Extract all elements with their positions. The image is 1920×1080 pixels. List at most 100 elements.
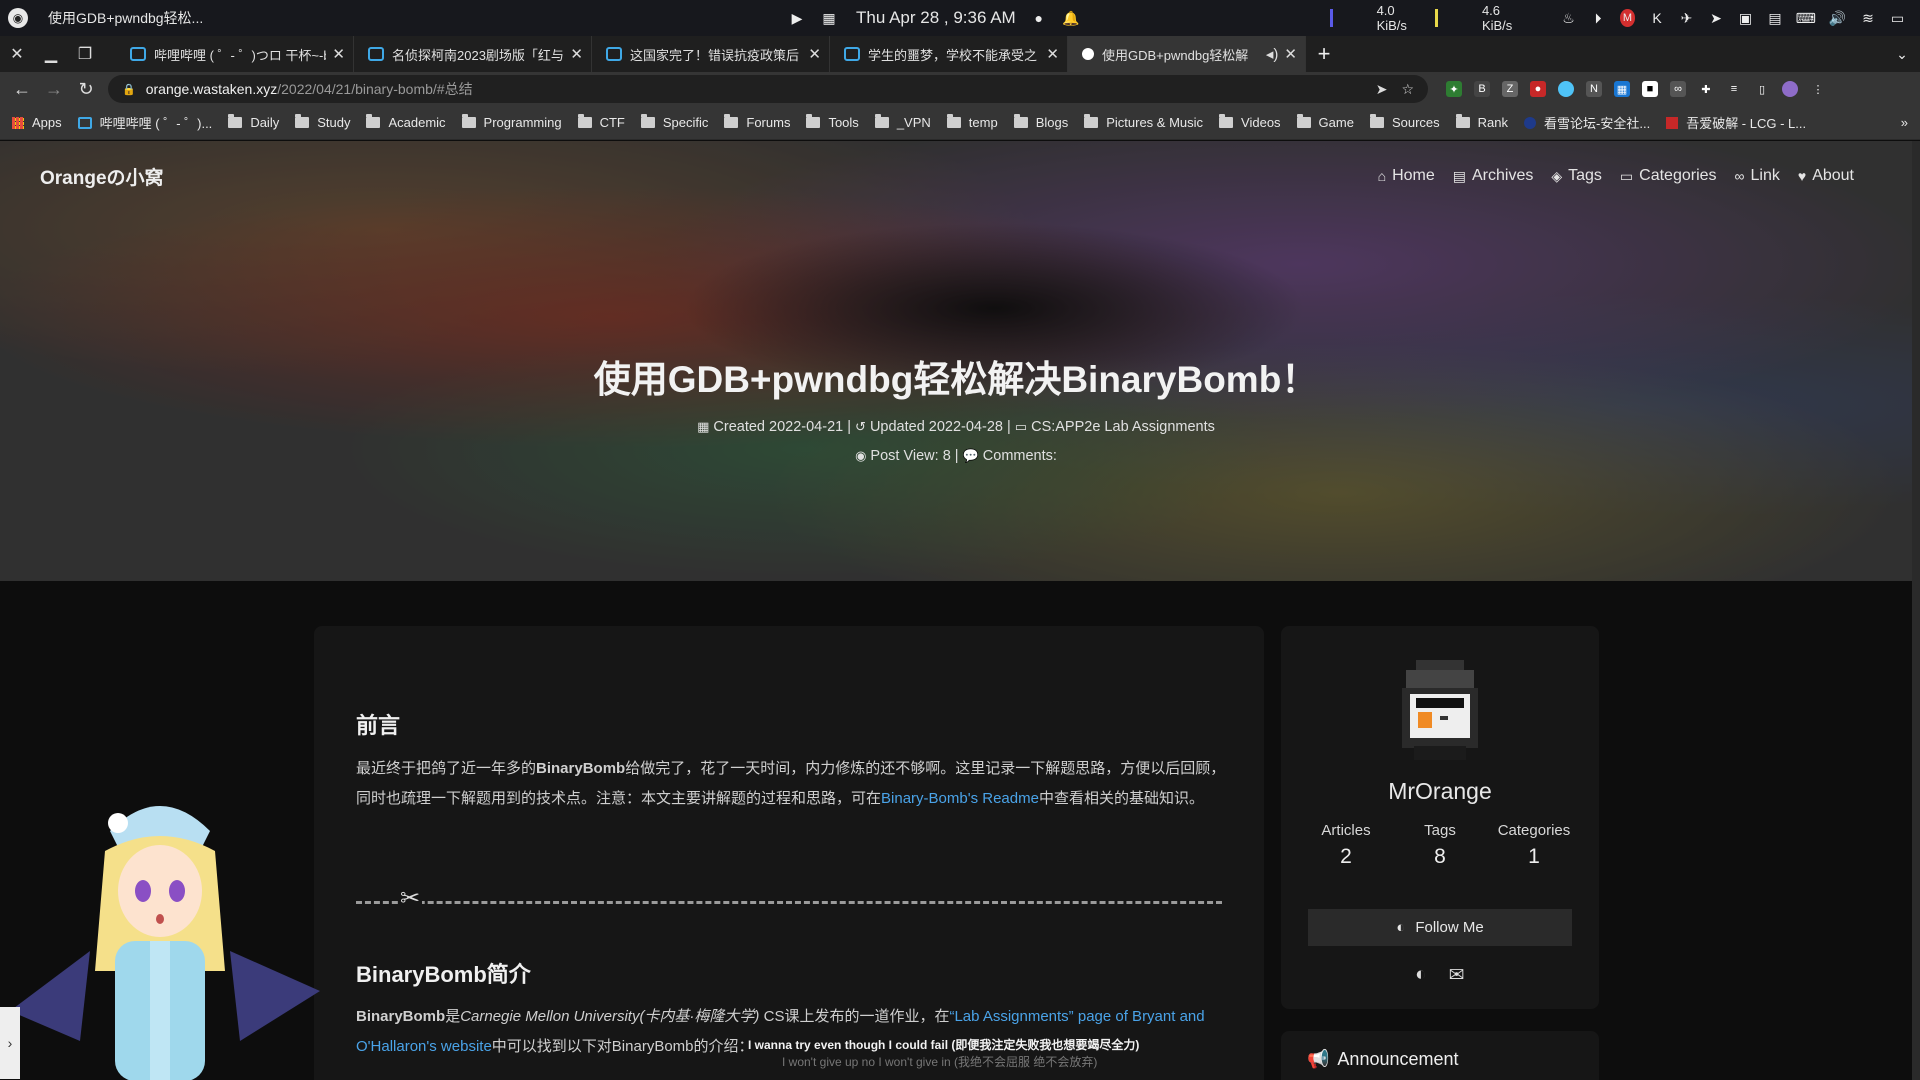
minimize-window-icon[interactable]: ▁ bbox=[34, 36, 68, 72]
bookmark-folder-tools[interactable]: Tools bbox=[806, 114, 859, 130]
extension-glasses-icon[interactable]: ∞ bbox=[1670, 81, 1686, 97]
avatar[interactable] bbox=[1394, 660, 1486, 764]
readme-link[interactable]: Binary-Bomb's Readme bbox=[881, 790, 1039, 807]
stat-categories[interactable]: Categories 1 bbox=[1489, 822, 1579, 869]
nav-tags[interactable]: ◈ Tags bbox=[1551, 167, 1602, 185]
app-k-icon[interactable]: K bbox=[1649, 9, 1665, 27]
close-tab-icon[interactable]: ✕ bbox=[808, 45, 821, 63]
extension-shield-icon[interactable]: ● bbox=[1530, 81, 1546, 97]
audio-playing-icon[interactable]: ◂) bbox=[1266, 45, 1279, 63]
post-category-link[interactable]: CS:APP2e Lab Assignments bbox=[1031, 419, 1215, 435]
stat-articles[interactable]: Articles 2 bbox=[1301, 822, 1391, 869]
battery-icon[interactable]: ▭ bbox=[1890, 9, 1906, 27]
bookmark-folder-programming[interactable]: Programming bbox=[461, 114, 562, 130]
live2d-mascot[interactable] bbox=[0, 791, 330, 1080]
tab-country[interactable]: 这国家完了！错误抗疫政策后 ✕ bbox=[592, 36, 830, 72]
mail-m-icon[interactable]: M bbox=[1619, 9, 1636, 27]
extension-grid-icon[interactable]: ▦ bbox=[1614, 81, 1630, 97]
bell-icon[interactable]: 🔔 bbox=[1062, 9, 1080, 27]
side-drawer-toggle[interactable]: › bbox=[0, 1007, 20, 1079]
telegram-icon[interactable]: ➤ bbox=[1708, 9, 1724, 27]
close-window-icon[interactable]: ✕ bbox=[0, 36, 34, 72]
clock[interactable]: Thu Apr 28 , 9:36 AM bbox=[856, 8, 1016, 28]
system-center-panel: ▶ ▦ Thu Apr 28 , 9:36 AM ● 🔔 bbox=[788, 0, 1080, 36]
folder-icon bbox=[806, 114, 821, 128]
about-text-a: 是 bbox=[445, 1008, 461, 1025]
extension-circle-icon[interactable] bbox=[1558, 81, 1574, 97]
site-name-link[interactable]: Orangeの小窝 bbox=[40, 163, 164, 190]
more-menu-icon[interactable]: ⋮ bbox=[1810, 81, 1826, 97]
url-omnibox[interactable]: 🔒 orange.wastaken.xyz/2022/04/21/binary-… bbox=[108, 75, 1428, 103]
follow-me-button[interactable]: ◐ Follow Me bbox=[1308, 909, 1572, 946]
extension-square-icon[interactable]: ■ bbox=[1642, 81, 1658, 97]
nav-categories[interactable]: ▭ Categories bbox=[1620, 167, 1717, 185]
calendar-icon[interactable]: ▦ bbox=[820, 9, 838, 27]
new-tab-button[interactable]: + bbox=[1306, 36, 1342, 72]
extensions-puzzle-icon[interactable]: ✚ bbox=[1698, 81, 1714, 97]
tab-conan[interactable]: 名侦探柯南2023剧场版「红与 ✕ bbox=[354, 36, 592, 72]
bookmark-folder-specific[interactable]: Specific bbox=[640, 114, 708, 130]
bookmark-apps[interactable]: Apps bbox=[12, 115, 62, 130]
bookmark-folder-temp[interactable]: temp bbox=[946, 114, 998, 130]
close-tab-icon[interactable]: ✕ bbox=[1046, 45, 1059, 63]
volume-icon[interactable]: 🔊 bbox=[1829, 9, 1846, 27]
bookmark-folder-daily[interactable]: Daily bbox=[228, 114, 279, 130]
bookmark-bilibili[interactable]: 哔哩哔哩 ( ゜- ゜)... bbox=[77, 113, 212, 132]
side-panel-icon[interactable]: ▯ bbox=[1754, 81, 1770, 97]
tab-bilibili[interactable]: 哔哩哔哩 ( ゜- ゜)つロ 干杯~-bili ✕ bbox=[116, 36, 354, 72]
bookmark-folder-sources[interactable]: Sources bbox=[1369, 114, 1440, 130]
send-icon[interactable]: ➤ bbox=[1376, 81, 1388, 98]
tab-binary-bomb[interactable]: 使用GDB+pwndbg轻松解 ◂) ✕ bbox=[1068, 36, 1306, 72]
tab-student[interactable]: 学生的噩梦，学校不能承受之 ✕ bbox=[830, 36, 1068, 72]
page-scrollbar[interactable] bbox=[1912, 141, 1920, 1080]
bookmark-folder-forums[interactable]: Forums bbox=[724, 114, 790, 130]
bookmark-folder-ctf[interactable]: CTF bbox=[577, 114, 625, 130]
tab-search-chevron-icon[interactable]: ⌄ bbox=[1884, 36, 1920, 72]
bird-icon[interactable]: ✈ bbox=[1679, 9, 1695, 27]
restore-window-icon[interactable]: ❐ bbox=[68, 36, 102, 72]
app-launcher-icon[interactable]: ◉ bbox=[8, 8, 28, 28]
extension-notion-icon[interactable]: N bbox=[1586, 81, 1602, 97]
bookmark-folder-blogs[interactable]: Blogs bbox=[1013, 114, 1068, 130]
terminal-icon[interactable]: ▣ bbox=[1738, 9, 1754, 27]
bookmark-folder-pictures-music[interactable]: Pictures & Music bbox=[1084, 114, 1203, 130]
reading-list-icon[interactable]: ≡ bbox=[1726, 81, 1742, 97]
close-tab-icon[interactable]: ✕ bbox=[332, 45, 345, 63]
bookmark-folder-study[interactable]: Study bbox=[295, 114, 350, 130]
keyboard-icon[interactable]: ⌨ bbox=[1796, 9, 1816, 27]
bookmark-52pojie[interactable]: 吾爱破解 - LCG - L... bbox=[1666, 113, 1806, 132]
extension-leaf-icon[interactable]: ✦ bbox=[1446, 81, 1462, 97]
nav-archives[interactable]: ▤ Archives bbox=[1453, 167, 1534, 185]
bookmark-folder-vpn[interactable]: _VPN bbox=[874, 114, 931, 130]
forward-arrow-icon[interactable]: → bbox=[38, 72, 70, 106]
nav-label: Categories bbox=[1639, 167, 1717, 184]
clipboard-icon[interactable]: ▤ bbox=[1767, 9, 1783, 27]
back-arrow-icon[interactable]: ← bbox=[6, 72, 38, 106]
profile-avatar-icon[interactable] bbox=[1782, 81, 1798, 97]
github-icon[interactable]: ◐ bbox=[1415, 964, 1426, 987]
close-tab-icon[interactable]: ✕ bbox=[1284, 45, 1297, 63]
reload-icon[interactable]: ↻ bbox=[70, 72, 102, 106]
envelope-icon[interactable]: ✉ bbox=[1449, 964, 1465, 987]
bookmark-folder-game[interactable]: Game bbox=[1296, 114, 1354, 130]
media-play-icon[interactable]: ▶ bbox=[788, 9, 806, 27]
lock-icon[interactable]: 🔒 bbox=[122, 83, 136, 96]
stat-tags[interactable]: Tags 8 bbox=[1395, 822, 1485, 869]
bookmarks-overflow-icon[interactable]: » bbox=[1901, 115, 1908, 130]
nav-link[interactable]: ∞ Link bbox=[1735, 167, 1780, 185]
tab-title: 这国家完了！错误抗疫政策后 bbox=[630, 47, 800, 63]
extension-z-icon[interactable]: Z bbox=[1502, 81, 1518, 97]
bookmark-folder-rank[interactable]: Rank bbox=[1455, 114, 1508, 130]
bookmark-folder-academic[interactable]: Academic bbox=[366, 114, 446, 130]
bookmark-folder-videos[interactable]: Videos bbox=[1219, 114, 1281, 130]
post-comments[interactable]: Comments: bbox=[983, 448, 1057, 464]
flame-icon[interactable]: ♨ bbox=[1561, 9, 1577, 27]
wifi-icon[interactable]: ≋ bbox=[1860, 9, 1876, 27]
nav-about[interactable]: ♥ About bbox=[1798, 167, 1854, 185]
star-bookmark-icon[interactable]: ☆ bbox=[1401, 81, 1414, 98]
play-circle-icon[interactable]: ⏵ bbox=[1590, 9, 1606, 27]
bookmark-kanxue[interactable]: 看雪论坛-安全社... bbox=[1524, 113, 1650, 132]
close-tab-icon[interactable]: ✕ bbox=[570, 45, 583, 63]
extension-b-icon[interactable]: B bbox=[1474, 81, 1490, 97]
nav-home[interactable]: ⌂ Home bbox=[1378, 167, 1435, 185]
